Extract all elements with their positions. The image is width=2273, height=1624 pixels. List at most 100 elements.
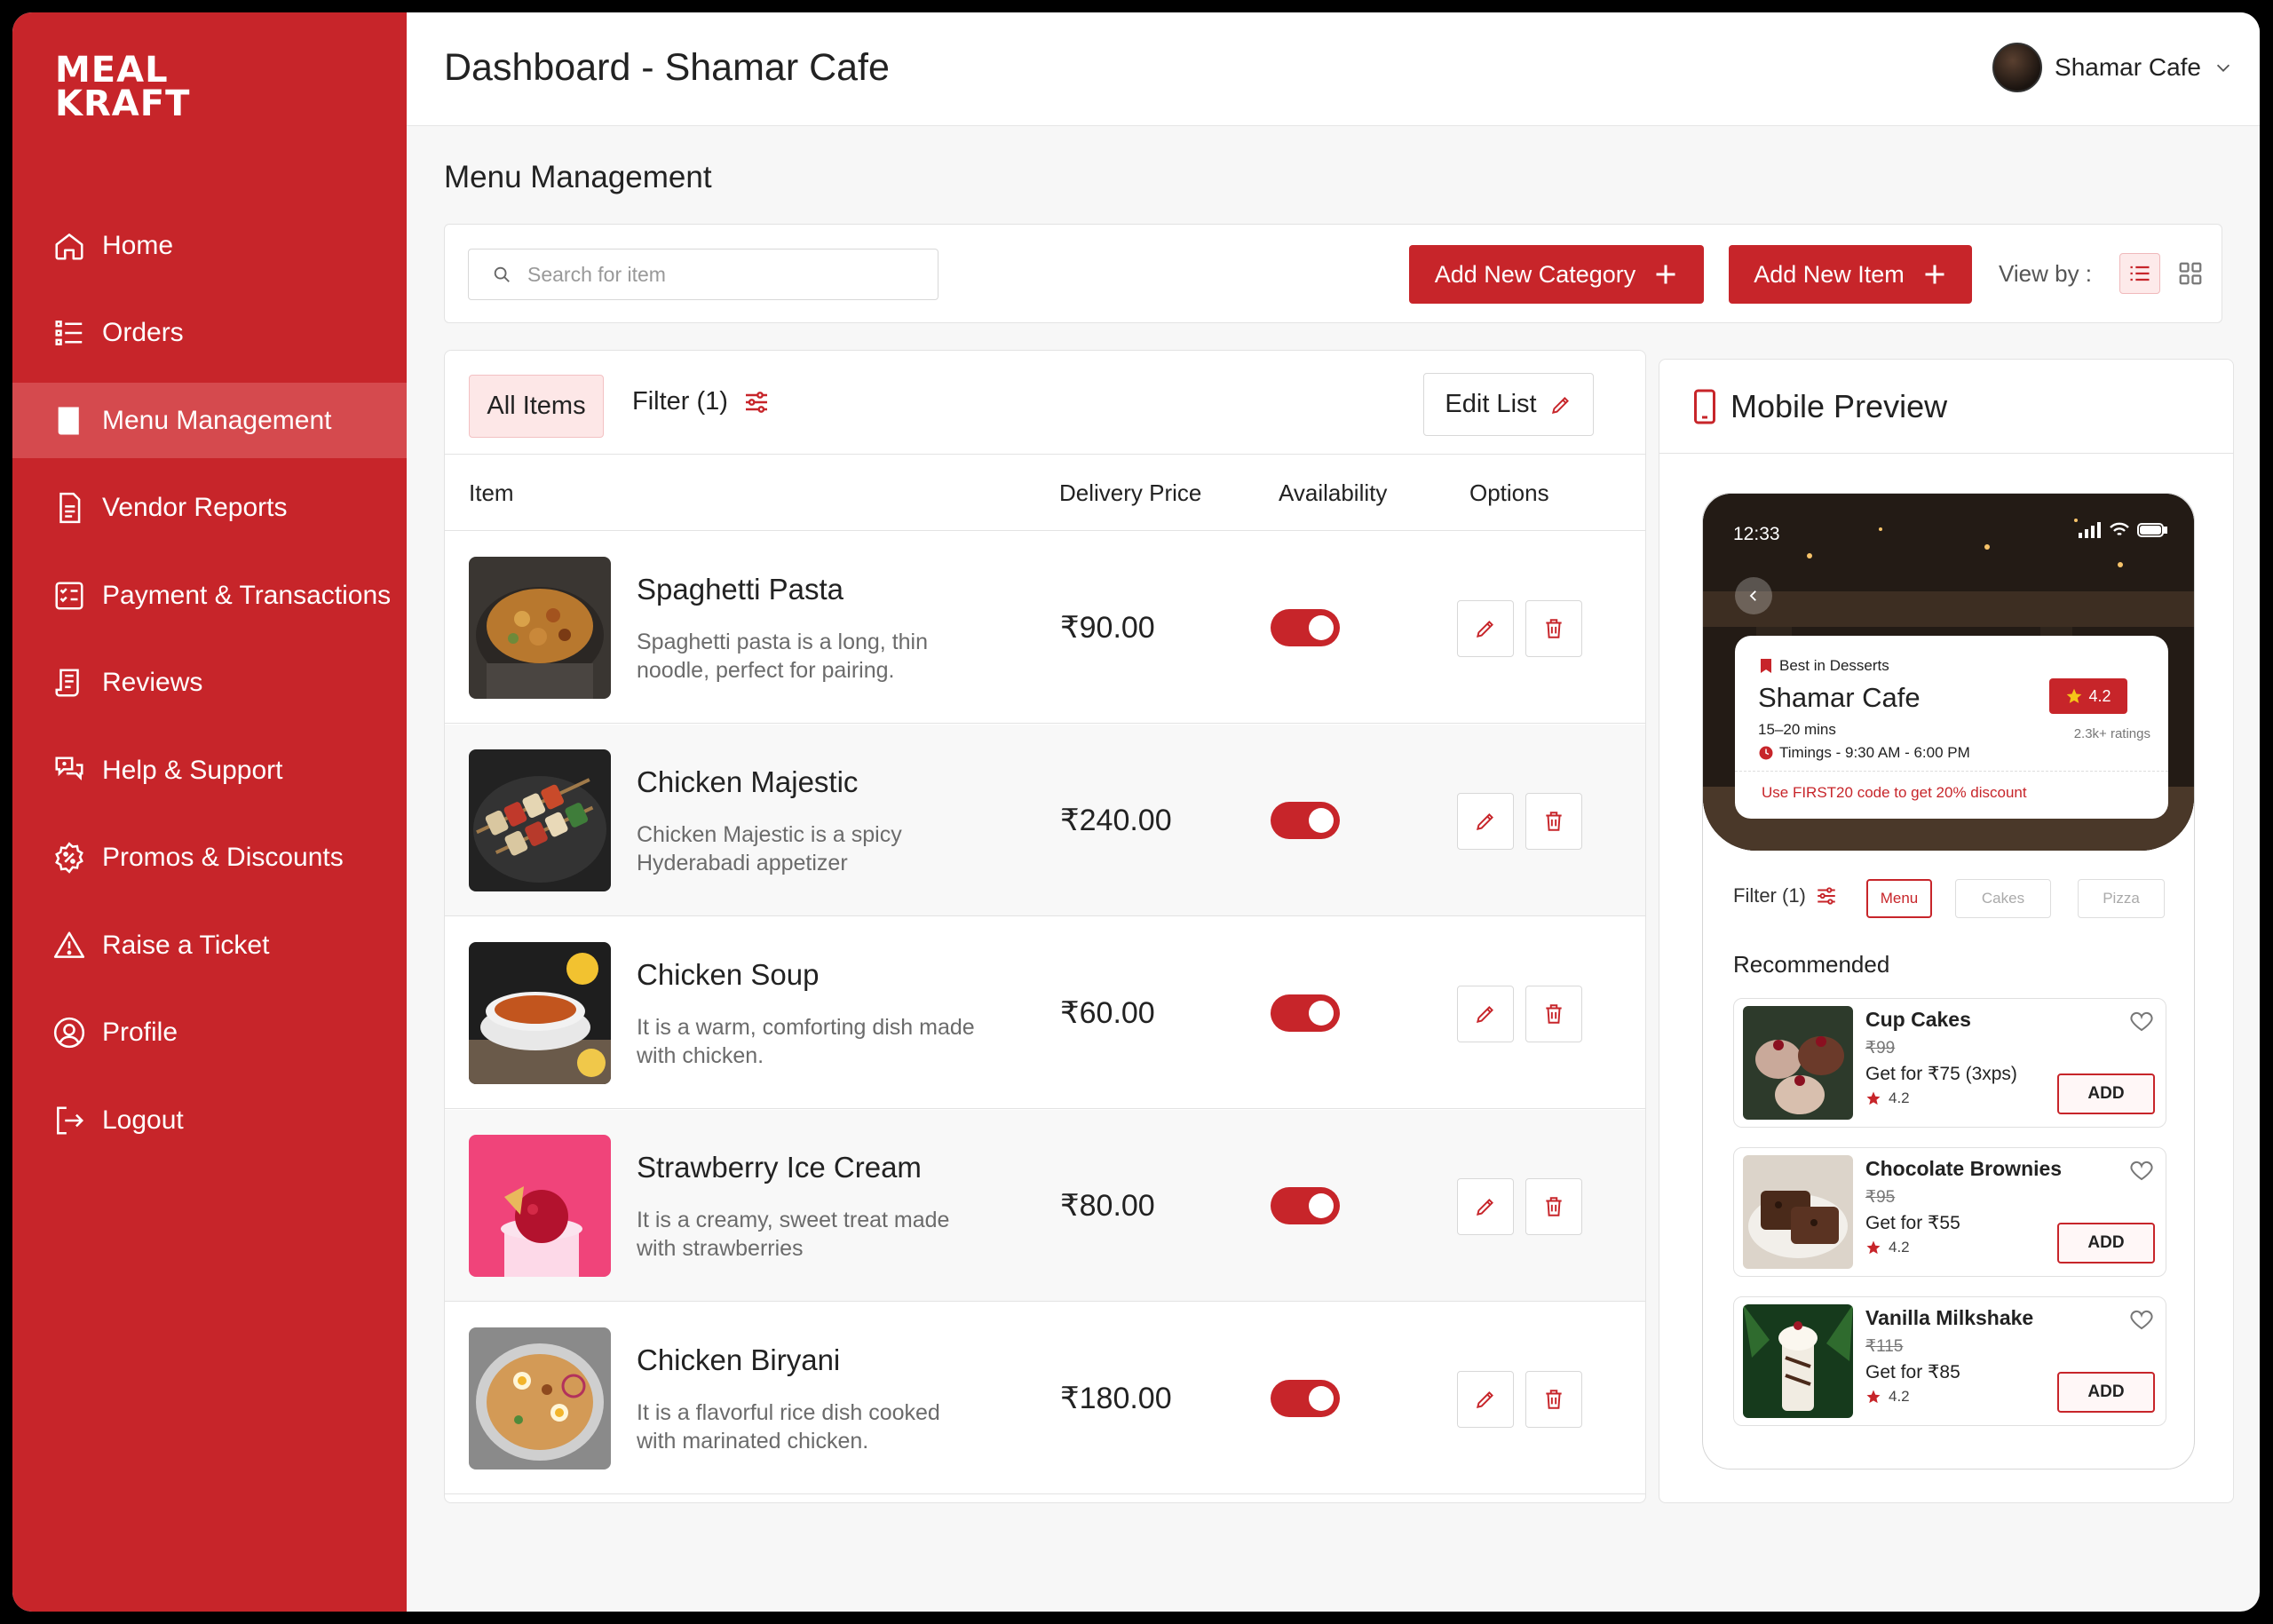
recommended-item[interactable]: Vanilla Milkshake ₹115 Get for ₹85 4.2 A… xyxy=(1733,1296,2166,1426)
sidebar-item-label: Help & Support xyxy=(102,755,283,785)
sidebar-item-payment-transactions[interactable]: Payment & Transactions xyxy=(12,558,407,633)
heart-icon[interactable] xyxy=(2128,1157,2155,1184)
payment-icon xyxy=(55,581,83,610)
rec-item-rating: 4.2 xyxy=(1865,1239,1910,1256)
heart-icon[interactable] xyxy=(2128,1306,2155,1333)
sidebar-item-label: Home xyxy=(102,230,174,260)
availability-toggle[interactable] xyxy=(1271,609,1340,646)
chevron-down-icon[interactable] xyxy=(2214,58,2233,77)
rec-item-old-price: ₹99 xyxy=(1865,1039,1896,1058)
logo-line-2: KRAFT xyxy=(55,83,191,124)
sidebar-item-reviews[interactable]: Reviews xyxy=(12,646,407,721)
mobile-preview-title: Mobile Preview xyxy=(1730,388,1948,424)
recommended-item[interactable]: Cup Cakes ₹99 Get for ₹75 (3xps) 4.2 ADD xyxy=(1733,998,2166,1128)
availability-toggle[interactable] xyxy=(1271,1380,1340,1417)
sidebar-item-label: Payment & Transactions xyxy=(102,580,392,610)
edit-item-button[interactable] xyxy=(1457,986,1514,1042)
rec-item-old-price: ₹115 xyxy=(1865,1337,1904,1356)
item-name: Spaghetti Pasta xyxy=(637,573,843,606)
avatar[interactable] xyxy=(1992,43,2043,92)
add-to-cart-button[interactable]: ADD xyxy=(2057,1073,2155,1114)
list-view-toggle[interactable] xyxy=(2119,253,2160,294)
user-menu[interactable]: Shamar Cafe xyxy=(1992,43,2233,92)
table-row: Chicken Biryani It is a flavorful rice d… xyxy=(445,1303,1645,1494)
sidebar-item-vendor-reports[interactable]: Vendor Reports xyxy=(12,471,407,546)
delete-item-button[interactable] xyxy=(1525,793,1582,850)
sidebar-item-promos-discounts[interactable]: Promos & Discounts xyxy=(12,820,407,896)
sidebar: MEAL KRAFT Home Orders Menu Management V… xyxy=(12,12,407,1612)
report-icon xyxy=(59,492,81,524)
sidebar-item-logout[interactable]: Logout xyxy=(12,1082,407,1158)
item-image-vanilla-milkshake xyxy=(1743,1304,1853,1418)
heart-icon[interactable] xyxy=(2128,1008,2155,1034)
availability-toggle[interactable] xyxy=(1271,994,1340,1032)
rec-item-rating: 4.2 xyxy=(1865,1089,1910,1107)
sidebar-item-help-support[interactable]: Help & Support xyxy=(12,733,407,808)
delete-item-button[interactable] xyxy=(1525,600,1582,657)
item-name: Chicken Biryani xyxy=(637,1343,841,1376)
grid-view-toggle[interactable] xyxy=(2172,255,2209,292)
star-icon xyxy=(1866,1091,1881,1105)
search-box[interactable] xyxy=(468,249,939,300)
add-item-button[interactable]: Add New Item xyxy=(1729,245,1972,304)
add-to-cart-button[interactable]: ADD xyxy=(2057,1372,2155,1413)
availability-toggle[interactable] xyxy=(1271,1187,1340,1224)
delete-item-button[interactable] xyxy=(1525,1371,1582,1428)
chip-pizza[interactable]: Pizza xyxy=(2078,879,2165,918)
rec-item-old-price: ₹95 xyxy=(1865,1188,1896,1207)
view-by-label: View by : xyxy=(1999,260,2093,287)
delete-item-button[interactable] xyxy=(1525,986,1582,1042)
table-row: Chicken Majestic Chicken Majestic is a s… xyxy=(445,725,1645,916)
sidebar-item-profile[interactable]: Profile xyxy=(12,995,407,1071)
col-header-options: Options xyxy=(1469,479,1549,506)
menu-book-icon xyxy=(58,406,79,435)
promo-code-banner: Use FIRST20 code to get 20% discount xyxy=(1735,771,2168,802)
sidebar-item-menu-management[interactable]: Menu Management xyxy=(12,383,407,458)
add-item-label: Add New Item xyxy=(1754,260,1905,288)
item-image-chicken-majestic xyxy=(469,749,611,891)
edit-item-button[interactable] xyxy=(1457,1178,1514,1235)
pencil-icon xyxy=(1476,1391,1493,1409)
sidebar-item-orders[interactable]: Orders xyxy=(12,296,407,371)
opening-hours-text: Timings - 9:30 AM - 6:00 PM xyxy=(1779,744,1970,761)
chip-menu[interactable]: Menu xyxy=(1866,879,1932,918)
add-to-cart-button[interactable]: ADD xyxy=(2057,1223,2155,1264)
item-image-chicken-biryani xyxy=(469,1327,611,1470)
rating-badge: 4.2 xyxy=(2049,678,2127,714)
item-price: ₹60.00 xyxy=(1060,996,1155,1030)
recommended-title: Recommended xyxy=(1733,951,1890,978)
recommended-item[interactable]: Chocolate Brownies ₹95 Get for ₹55 4.2 A… xyxy=(1733,1147,2166,1277)
back-button[interactable] xyxy=(1735,577,1772,614)
delete-item-button[interactable] xyxy=(1525,1178,1582,1235)
filter-button[interactable]: Filter (1) xyxy=(632,387,771,416)
tab-all-items[interactable]: All Items xyxy=(469,375,604,438)
star-icon xyxy=(1866,1390,1881,1404)
item-description: It is a creamy, sweet treat made with st… xyxy=(637,1208,950,1261)
preview-filter-button[interactable]: Filter (1) xyxy=(1733,884,1838,907)
add-category-label: Add New Category xyxy=(1434,260,1636,288)
sidebar-item-label: Raise a Ticket xyxy=(102,930,270,960)
edit-item-button[interactable] xyxy=(1457,1371,1514,1428)
table-row: Spaghetti Pasta Spaghetti pasta is a lon… xyxy=(445,532,1645,724)
rec-item-rating-value: 4.2 xyxy=(1889,1239,1910,1256)
brand-logo[interactable]: MEAL KRAFT xyxy=(55,52,215,124)
cafe-name: Shamar Cafe xyxy=(1758,682,1921,713)
rec-item-name: Cup Cakes xyxy=(1865,1008,1971,1031)
edit-item-button[interactable] xyxy=(1457,600,1514,657)
sidebar-item-home[interactable]: Home xyxy=(12,208,407,283)
chevron-left-icon xyxy=(1749,590,1756,601)
pencil-icon xyxy=(1476,1199,1493,1216)
filter-label: Filter (1) xyxy=(632,387,728,416)
chip-cakes[interactable]: Cakes xyxy=(1955,879,2051,918)
add-category-button[interactable]: Add New Category xyxy=(1409,245,1704,304)
edit-item-button[interactable] xyxy=(1457,793,1514,850)
battery-icon xyxy=(2137,523,2167,537)
trash-icon xyxy=(1546,1390,1562,1409)
profile-icon xyxy=(53,1017,85,1049)
edit-list-button[interactable]: Edit List xyxy=(1423,373,1594,436)
availability-toggle[interactable] xyxy=(1271,802,1340,839)
sidebar-item-raise-ticket[interactable]: Raise a Ticket xyxy=(12,907,407,983)
trash-icon xyxy=(1546,812,1562,831)
delivery-time: 15–20 mins xyxy=(1758,721,1836,738)
search-input[interactable] xyxy=(527,262,918,287)
